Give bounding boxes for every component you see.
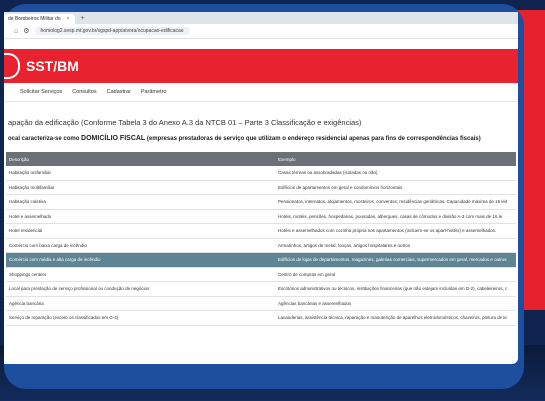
cell-descricao: Comércio com média e alta carga de incên…	[6, 252, 275, 268]
cell-exemplo: Pensionatos, internatos, alojamentos, mo…	[275, 194, 516, 210]
cell-exemplo: Hotéis, motéis, pensões, hospedarias, po…	[275, 209, 516, 224]
tab-title: de Bombeiros Militar do	[8, 16, 61, 22]
notice-emphasis: DOMICÍLIO FISCAL	[81, 135, 146, 142]
browser-tab[interactable]: de Bombeiros Militar do ×	[4, 14, 76, 24]
table-row[interactable]: Agência bancária Agências bancárias e ass…	[6, 296, 516, 311]
cell-descricao: Habitação coletiva	[6, 194, 275, 210]
logo-icon	[4, 53, 20, 79]
cell-descricao: Hotel residencial	[6, 223, 275, 239]
notice-prefix: ocal caracteriza-se como	[8, 136, 82, 142]
table-row[interactable]: Serviço de reparação (exceto os classifi…	[6, 310, 516, 326]
table-row[interactable]: Local para prestação de serviço profissi…	[6, 281, 516, 297]
occupation-table: Descrição Exemplo Habitação unifamiliar C…	[6, 152, 516, 326]
cell-descricao: Agência bancária	[6, 296, 275, 311]
brand-title: SST/BM	[26, 58, 79, 74]
cell-exemplo: Escritórios administrativos ou técnicos,…	[275, 281, 516, 297]
cell-exemplo: Edifícios de apartamentos em geral e con…	[275, 180, 516, 195]
header-exemplo: Exemplo	[275, 152, 516, 166]
nav-consultos[interactable]: Consultos	[72, 87, 96, 97]
cell-exemplo: Armarinhos, artigos de metal, louças, ar…	[275, 238, 516, 253]
cell-descricao: Comércio com baixa carga de incêndio	[6, 238, 275, 253]
table-row[interactable]: Habitação coletiva Pensionatos, internato…	[6, 194, 516, 210]
notice-suffix: (empresas prestadoras de serviço que uti…	[145, 136, 481, 142]
cell-exemplo: Agências bancárias e assemelhados	[275, 296, 516, 311]
table-row-selected[interactable]: Comércio com média e alta carga de incên…	[6, 252, 516, 268]
address-bar: ⌂ ⚙ homolog2.sesp.mt.gov.br/sgspd-app/at…	[4, 24, 518, 39]
table-row[interactable]: Habitação multifamiliar Edifícios de apar…	[6, 180, 516, 195]
new-tab-button[interactable]: +	[75, 15, 89, 22]
cell-descricao: Hotel e assemelhado	[6, 209, 275, 224]
nav-cadastrar[interactable]: Cadastrar	[107, 87, 131, 97]
table-row[interactable]: Habitação unifamiliar Casas térreas ou as…	[6, 166, 516, 181]
cell-descricao: Serviço de reparação (exceto os classifi…	[6, 310, 275, 326]
main-nav: Solicitar Serviços Consultos Cadastrar P…	[4, 83, 518, 102]
site-info-icon[interactable]: ⚙	[23, 27, 29, 35]
browser-window: de Bombeiros Militar do × + ⌂ ⚙ homolog2…	[4, 12, 518, 364]
table-row[interactable]: Comércio com baixa carga de incêndio Arma…	[6, 238, 516, 253]
cell-descricao: Local para prestação de serviço profissi…	[6, 281, 275, 297]
cell-exemplo: Centro de compras em geral	[275, 267, 516, 282]
cell-descricao: Shoppings centers	[6, 267, 275, 282]
cell-descricao: Habitação unifamiliar	[6, 166, 275, 181]
page-title: apação da edificação (Conforme Tabela 3 …	[8, 118, 362, 127]
table-header-row: Descrição Exemplo	[6, 152, 516, 166]
url-field[interactable]: homolog2.sesp.mt.gov.br/sgspd-app/atvora…	[34, 27, 190, 35]
cell-exemplo: Casas térreas ou assobradadas (isoladas …	[275, 166, 516, 181]
site-header: SST/BM	[4, 49, 518, 83]
header-descricao: Descrição	[6, 152, 275, 166]
cell-exemplo: Hotéis e assemelhados com cozinha própri…	[275, 223, 516, 239]
cell-descricao: Habitação multifamiliar	[6, 180, 275, 195]
table-row[interactable]: Shoppings centers Centro de compras em ge…	[6, 267, 516, 282]
tab-bar: de Bombeiros Militar do × +	[4, 12, 518, 24]
tab-close-icon[interactable]: ×	[67, 14, 70, 24]
home-icon[interactable]: ⌂	[14, 28, 18, 35]
table-row[interactable]: Hotel residencial Hotéis e assemelhados c…	[6, 223, 516, 239]
fiscal-notice: ocal caracteriza-se como DOMICÍLIO FISCA…	[4, 127, 518, 142]
cell-exemplo: Lavanderias, assistência técnica, repara…	[275, 310, 516, 326]
table-row[interactable]: Hotel e assemelhado Hotéis, motéis, pensõ…	[6, 209, 516, 224]
laptop-frame: de Bombeiros Militar do × + ⌂ ⚙ homolog2…	[4, 4, 524, 389]
nav-parametro[interactable]: Parâmetro	[141, 87, 167, 97]
cell-exemplo: Edifícios de lojas de departamentos, mag…	[275, 252, 516, 268]
nav-solicitar-servicos[interactable]: Solicitar Serviços	[20, 87, 62, 97]
